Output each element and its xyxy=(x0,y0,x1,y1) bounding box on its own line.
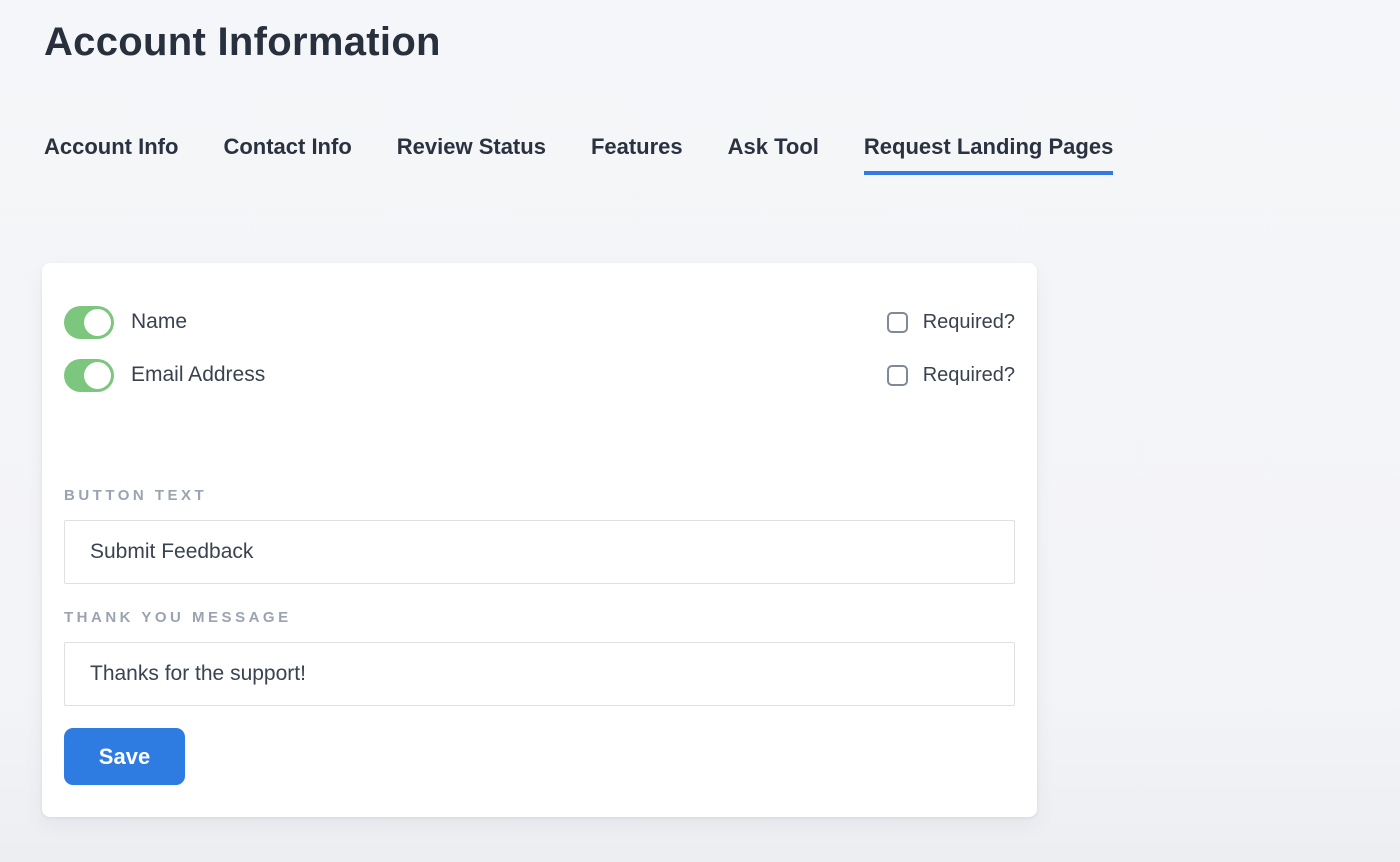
landing-page-settings-card: Name Required? Email Address Required? B… xyxy=(42,263,1037,817)
tab-features[interactable]: Features xyxy=(591,134,683,175)
section-spacer xyxy=(64,411,1015,488)
toggle-knob xyxy=(84,309,111,336)
account-information-page: Account Information Account Info Contact… xyxy=(0,18,1400,817)
name-required-label: Required? xyxy=(923,311,1015,334)
save-button[interactable]: Save xyxy=(64,728,185,785)
name-required-group: Required? xyxy=(887,311,1015,334)
thank-you-message-input[interactable] xyxy=(64,642,1015,706)
name-toggle[interactable] xyxy=(64,306,114,339)
button-text-label: BUTTON TEXT xyxy=(64,488,1015,503)
thank-you-message-label: THANK YOU MESSAGE xyxy=(64,610,1015,625)
page-title: Account Information xyxy=(44,18,1400,66)
tab-ask-tool[interactable]: Ask Tool xyxy=(728,134,819,175)
button-text-input[interactable] xyxy=(64,520,1015,584)
email-field-label: Email Address xyxy=(131,363,265,387)
tab-request-landing-pages[interactable]: Request Landing Pages xyxy=(864,134,1113,175)
tab-account-info[interactable]: Account Info xyxy=(44,134,178,175)
name-required-checkbox[interactable] xyxy=(887,312,908,333)
email-required-group: Required? xyxy=(887,364,1015,387)
email-address-toggle[interactable] xyxy=(64,359,114,392)
tab-bar: Account Info Contact Info Review Status … xyxy=(44,134,1400,175)
name-field-row: Name Required? xyxy=(64,305,1015,339)
email-required-label: Required? xyxy=(923,364,1015,387)
tab-contact-info[interactable]: Contact Info xyxy=(223,134,351,175)
toggle-knob xyxy=(84,362,111,389)
tab-review-status[interactable]: Review Status xyxy=(397,134,546,175)
name-field-label: Name xyxy=(131,310,187,334)
email-field-row: Email Address Required? xyxy=(64,358,1015,392)
email-required-checkbox[interactable] xyxy=(887,365,908,386)
